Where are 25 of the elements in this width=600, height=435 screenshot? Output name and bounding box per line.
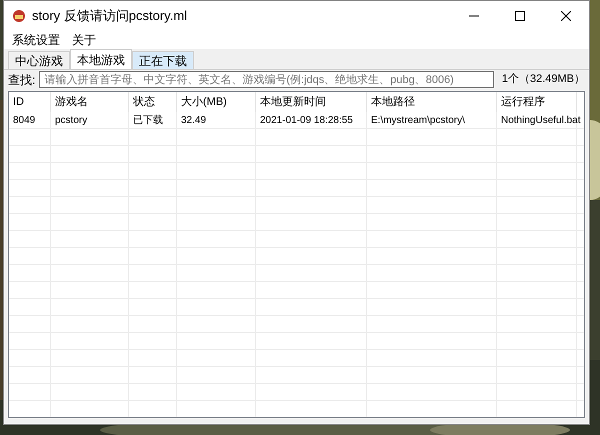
column-header[interactable]: 游戏名 bbox=[51, 92, 129, 112]
app-icon bbox=[12, 9, 26, 23]
summary-text: 1个（32.49MB） bbox=[502, 72, 585, 88]
column-header[interactable]: ID bbox=[9, 92, 51, 112]
column-header[interactable]: 大小(MB) bbox=[177, 92, 256, 112]
table-cell: E:\mystream\pcstory\ bbox=[367, 112, 497, 128]
tab[interactable]: 本地游戏 bbox=[70, 49, 132, 69]
column-header[interactable]: 运行程序 bbox=[497, 92, 577, 112]
menu-item[interactable]: 系统设置 bbox=[8, 32, 64, 48]
close-icon bbox=[561, 11, 571, 21]
table-cell: 已下载 bbox=[129, 112, 177, 128]
table-cell: 2021-01-09 18:28:55 bbox=[256, 112, 367, 128]
tab[interactable]: 中心游戏 bbox=[8, 51, 70, 69]
maximize-icon bbox=[515, 11, 525, 21]
search-label: 查找: bbox=[8, 72, 36, 88]
table-cell: 8049 bbox=[9, 112, 51, 128]
column-header[interactable]: 状态 bbox=[129, 92, 177, 112]
menu-item[interactable]: 关于 bbox=[68, 32, 100, 48]
window-title: story 反馈请访问pcstory.ml bbox=[32, 7, 188, 26]
search-field[interactable]: 请输入拼音首字母、中文字符、英文名、游戏编号(例:jdqs、绝地求生、pubg、8006) bbox=[39, 71, 494, 88]
tab[interactable]: 正在下载 bbox=[132, 51, 194, 69]
table-cell: pcstory bbox=[51, 112, 129, 128]
column-header[interactable]: 本地更新时间 bbox=[256, 92, 367, 112]
column-header[interactable]: 本地路径 bbox=[367, 92, 497, 112]
table-cell: 32.49 bbox=[177, 112, 256, 128]
